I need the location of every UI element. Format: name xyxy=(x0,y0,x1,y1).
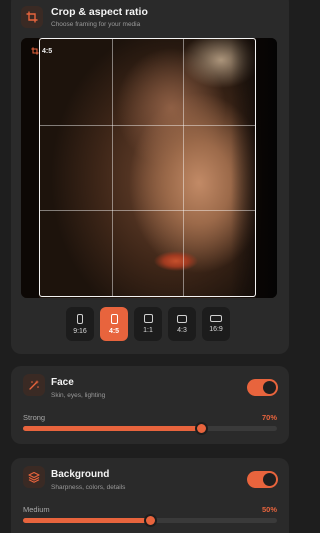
grid-line xyxy=(40,124,255,126)
face-slider[interactable] xyxy=(23,422,277,435)
face-card: Face Skin, eyes, lighting Strong 70% xyxy=(11,366,289,444)
current-ratio-badge: 4:5 xyxy=(31,47,52,55)
current-ratio-label: 4:5 xyxy=(42,47,53,55)
background-level-label: Medium xyxy=(23,505,50,514)
ratio-button-4-3[interactable]: 4:3 xyxy=(168,307,196,341)
crop-frame[interactable] xyxy=(39,38,256,297)
crop-mask-right xyxy=(256,38,277,298)
crop-preview[interactable]: 4:5 xyxy=(21,38,277,298)
slider-thumb[interactable] xyxy=(144,514,157,527)
square-icon xyxy=(143,314,153,323)
ratio-button-9-16[interactable]: 9:16 xyxy=(66,307,94,341)
ratio-label: 9:16 xyxy=(73,327,87,335)
slider-fill xyxy=(23,426,201,431)
crop-icon xyxy=(21,6,43,28)
landscape-wide-icon xyxy=(210,315,222,322)
background-level-percent: 50% xyxy=(261,505,277,514)
portrait-icon xyxy=(110,313,118,324)
face-level-label: Strong xyxy=(23,413,46,422)
toggle-knob xyxy=(263,381,276,394)
layers-icon xyxy=(23,466,45,488)
background-slider[interactable] xyxy=(23,514,277,527)
ratio-button-1-1[interactable]: 1:1 xyxy=(134,307,162,341)
background-toggle[interactable] xyxy=(247,471,278,488)
crop-subtitle: Choose framing for your media xyxy=(51,21,141,28)
ratio-label: 4:3 xyxy=(177,326,187,334)
slider-thumb[interactable] xyxy=(194,422,208,435)
ratio-button-16-9[interactable]: 16:9 xyxy=(202,307,230,341)
ratio-label: 16:9 xyxy=(209,326,223,333)
ratio-button-4-5[interactable]: 4:5 xyxy=(100,307,128,341)
grid-line xyxy=(111,39,113,296)
background-card: Background Sharpness, colors, details Me… xyxy=(11,458,289,533)
background-subtitle: Sharpness, colors, details xyxy=(51,484,126,491)
landscape-icon xyxy=(177,314,187,323)
grid-line xyxy=(40,210,255,212)
toggle-knob xyxy=(263,473,276,486)
background-title: Background xyxy=(51,469,110,480)
crop-icon xyxy=(31,47,39,55)
magic-wand-icon xyxy=(23,374,45,396)
slider-fill xyxy=(23,518,150,523)
face-level-percent: 70% xyxy=(261,413,277,422)
crop-title: Crop & aspect ratio xyxy=(51,6,148,18)
crop-card: Crop & aspect ratio Choose framing for y… xyxy=(11,0,289,354)
ratio-label: 4:5 xyxy=(108,327,120,335)
ratio-selector: 9:16 4:5 1:1 4:3 16:9 xyxy=(66,307,230,341)
face-subtitle: Skin, eyes, lighting xyxy=(51,392,106,399)
crop-mask-left xyxy=(21,38,39,298)
ratio-label: 1:1 xyxy=(143,327,153,334)
face-toggle[interactable] xyxy=(247,379,278,396)
face-title: Face xyxy=(51,377,74,388)
grid-line xyxy=(183,39,185,296)
portrait-tall-icon xyxy=(77,313,83,324)
